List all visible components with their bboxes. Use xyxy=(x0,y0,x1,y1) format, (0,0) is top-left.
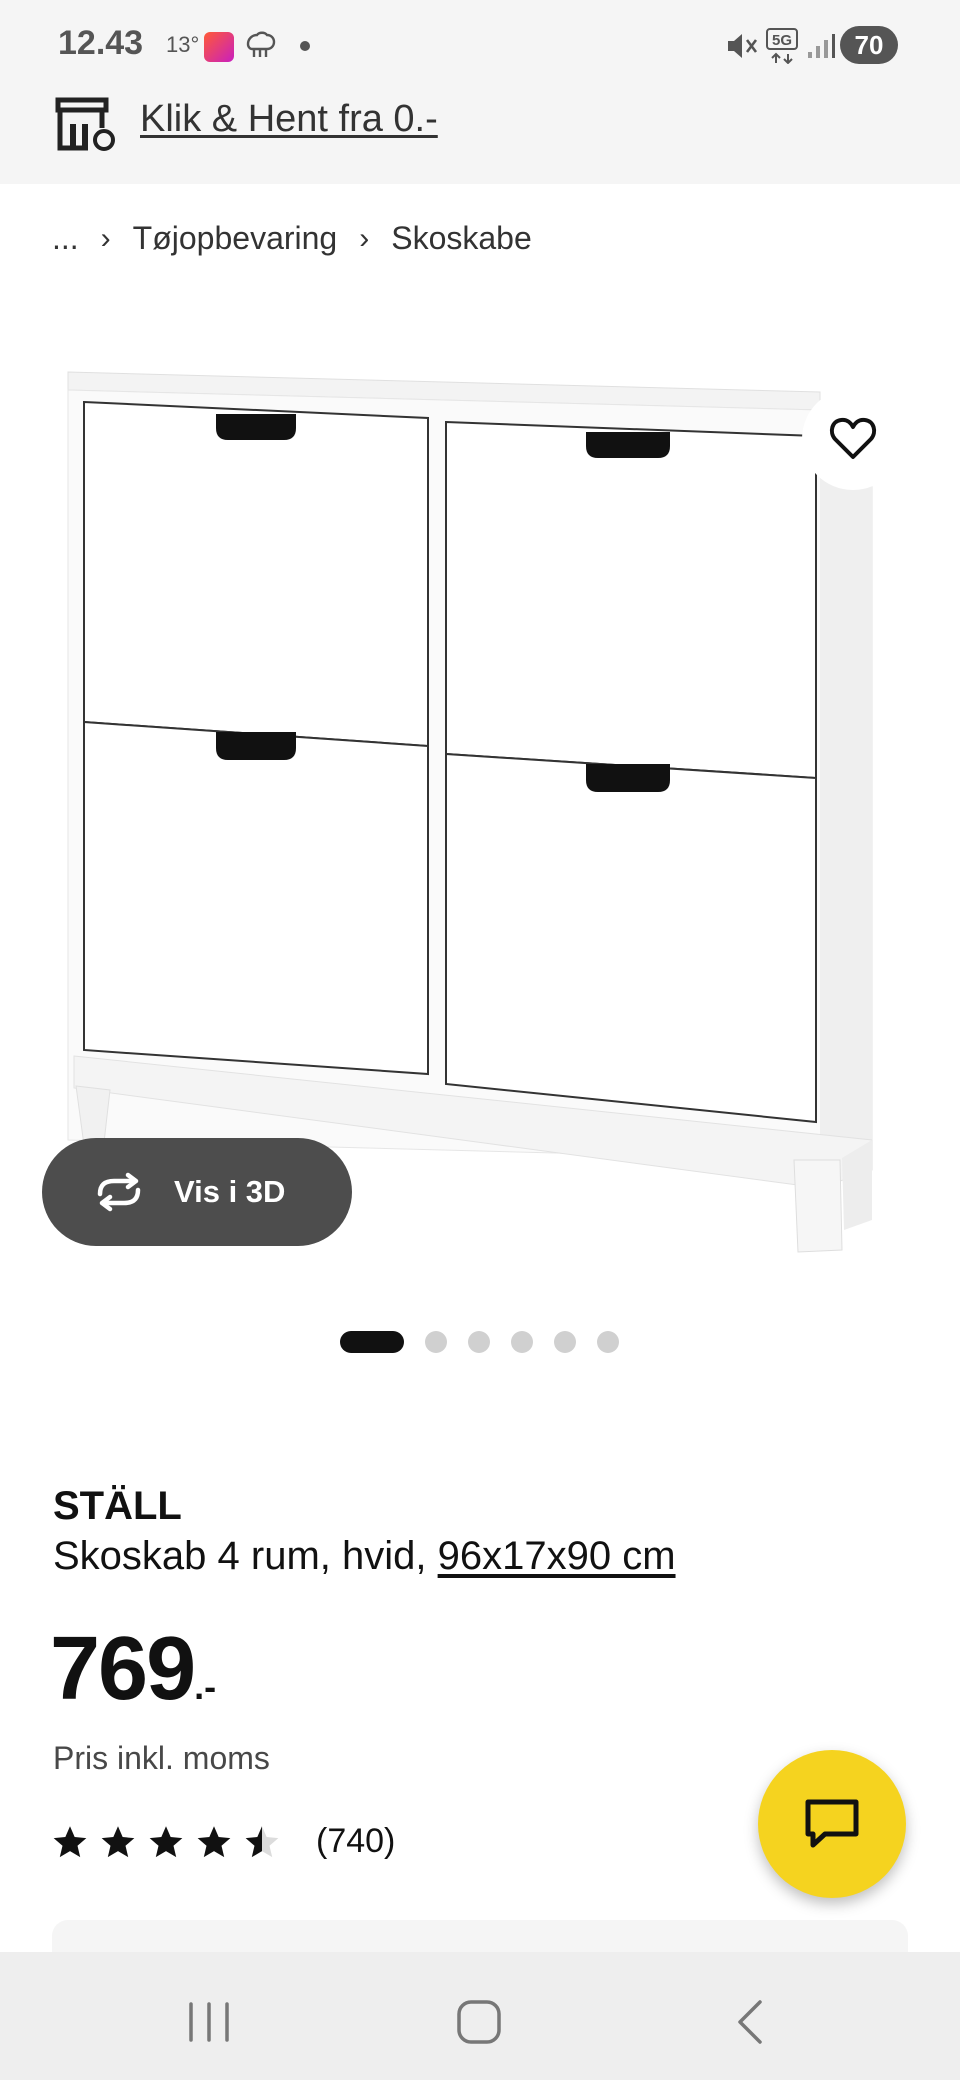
carousel-dot[interactable] xyxy=(425,1331,447,1353)
svg-text:5G: 5G xyxy=(772,32,792,49)
breadcrumb-item-clothes-storage[interactable]: Tøjopbevaring xyxy=(133,220,338,257)
recents-icon[interactable] xyxy=(186,2000,232,2044)
price-note: Pris inkl. moms xyxy=(53,1740,270,1776)
carousel-dot[interactable] xyxy=(597,1331,619,1353)
product-description: Skoskab 4 rum, hvid, 96x17x90 cm xyxy=(53,1534,676,1579)
star-icon xyxy=(101,1825,135,1857)
status-bar: 12.43 13° 5G 70 xyxy=(0,0,960,74)
5g-icon: 5G xyxy=(766,28,798,64)
rotate-3d-icon xyxy=(97,1172,141,1212)
breadcrumb-item-shoe-cabinets[interactable]: Skoskabe xyxy=(391,220,532,257)
mute-icon xyxy=(728,34,758,58)
view-3d-button[interactable]: Vis i 3D xyxy=(42,1138,352,1246)
price-suffix: .- xyxy=(194,1666,217,1707)
battery-icon: 70 xyxy=(840,26,898,64)
breadcrumb: ... › Tøjopbevaring › Skoskabe xyxy=(52,220,532,257)
star-icon xyxy=(53,1825,87,1857)
price-value: 769 xyxy=(50,1619,196,1719)
click-collect-link[interactable]: Klik & Hent fra 0.- xyxy=(140,98,438,141)
carousel-indicators xyxy=(340,1330,640,1354)
status-time: 12.43 xyxy=(58,24,144,62)
review-count[interactable]: (740) xyxy=(316,1822,395,1861)
wishlist-button[interactable] xyxy=(802,388,904,490)
back-icon[interactable] xyxy=(734,1998,764,2046)
product-dimensions-link[interactable]: 96x17x90 cm xyxy=(438,1534,676,1578)
signal-icon xyxy=(808,34,835,58)
chevron-right-icon: › xyxy=(100,221,111,255)
carousel-dot[interactable] xyxy=(468,1331,490,1353)
status-temperature: 13° xyxy=(166,32,200,57)
product-image[interactable] xyxy=(60,350,900,1270)
carousel-dot-active[interactable] xyxy=(340,1331,404,1353)
home-icon[interactable] xyxy=(456,1998,502,2046)
carousel-dot[interactable] xyxy=(511,1331,533,1353)
app-notification-icon xyxy=(204,32,234,62)
store-icon xyxy=(55,97,115,151)
star-half-icon xyxy=(245,1825,279,1857)
chevron-right-icon: › xyxy=(359,221,370,255)
system-nav-bar xyxy=(0,1952,960,2080)
star-icon xyxy=(197,1825,231,1857)
view-3d-label: Vis i 3D xyxy=(174,1174,286,1209)
product-price: 769 .- xyxy=(50,1624,216,1714)
chat-icon xyxy=(805,1799,859,1848)
product-rating[interactable]: (740) xyxy=(52,1822,395,1861)
sheep-icon xyxy=(246,31,276,57)
click-collect-banner[interactable]: Klik & Hent fra 0.- xyxy=(0,74,960,184)
carousel-dot[interactable] xyxy=(554,1331,576,1353)
product-name: STÄLL xyxy=(53,1484,182,1528)
product-description-text: Skoskab 4 rum, hvid, xyxy=(53,1534,438,1578)
chat-button[interactable] xyxy=(758,1750,906,1898)
breadcrumb-ellipsis[interactable]: ... xyxy=(52,220,79,257)
heart-icon xyxy=(829,417,877,459)
dot-icon xyxy=(300,41,310,51)
star-icon xyxy=(149,1825,183,1857)
